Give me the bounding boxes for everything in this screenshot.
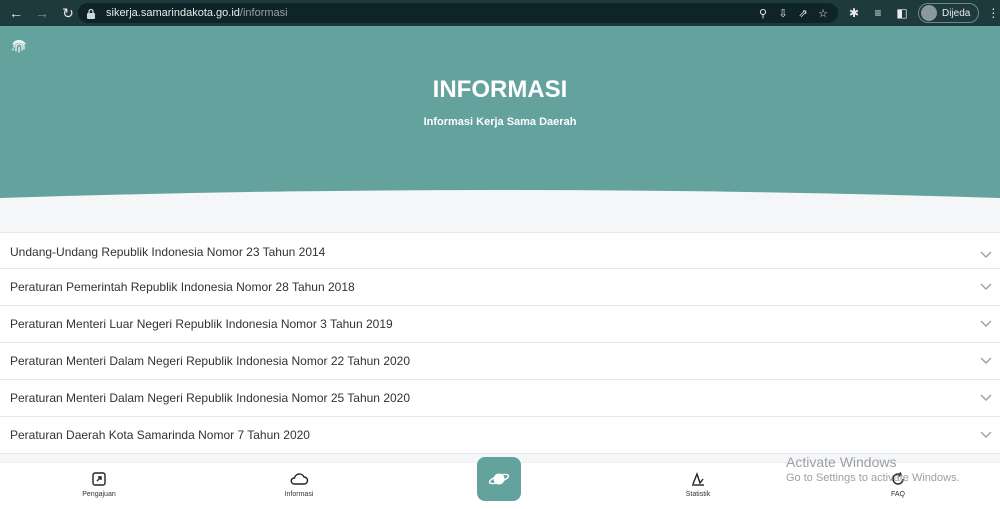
url-path: /informasi bbox=[239, 7, 288, 19]
accordion-item-label: Peraturan Menteri Dalam Negeri Republik … bbox=[10, 391, 411, 405]
share-icon[interactable]: ⇗ bbox=[796, 6, 810, 20]
accordion-item-label: Peraturan Menteri Luar Negeri Republik I… bbox=[10, 317, 393, 331]
accordion-item-label: Peraturan Menteri Dalam Negeri Republik … bbox=[10, 354, 411, 368]
cloud-icon bbox=[290, 473, 309, 485]
profile-name: Dijeda bbox=[942, 7, 971, 19]
watermark-subtitle: Go to Settings to activate Windows. bbox=[786, 472, 960, 484]
lock-icon bbox=[86, 7, 98, 19]
nav-pengajuan-label: Pengajuan bbox=[82, 491, 116, 498]
url-host: sikerja.samarindakota.go.id bbox=[106, 7, 240, 19]
planet-icon bbox=[488, 473, 510, 485]
accordion-item[interactable]: Undang-Undang Republik Indonesia Nomor 2… bbox=[0, 232, 1000, 269]
accordion-item-label: Undang-Undang Republik Indonesia Nomor 2… bbox=[10, 245, 326, 259]
hero-banner: INFORMASI Informasi Kerja Sama Daerah bbox=[0, 26, 1000, 226]
accordion-item[interactable]: Peraturan Menteri Dalam Negeri Republik … bbox=[0, 380, 1000, 417]
forward-arrow-icon[interactable]: → bbox=[32, 3, 52, 23]
regulation-accordion: Undang-Undang Republik Indonesia Nomor 2… bbox=[0, 232, 1000, 454]
nav-statistik-label: Statistik bbox=[685, 491, 711, 498]
external-link-box-icon bbox=[92, 472, 106, 486]
chevron-down-icon[interactable] bbox=[980, 431, 992, 439]
chevron-down-icon[interactable] bbox=[980, 357, 992, 365]
install-app-icon[interactable]: ⇩ bbox=[776, 6, 790, 20]
back-arrow-icon[interactable]: ← bbox=[6, 3, 26, 23]
avatar bbox=[921, 5, 937, 21]
accordion-item-label: Peraturan Daerah Kota Samarinda Nomor 7 … bbox=[10, 428, 310, 442]
accordion-item[interactable]: Peraturan Menteri Dalam Negeri Republik … bbox=[0, 343, 1000, 380]
home-planet-button[interactable] bbox=[477, 457, 521, 501]
nav-informasi[interactable]: Informasi bbox=[259, 471, 339, 498]
address-bar[interactable]: sikerja.samarindakota.go.id/informasi ⚲ … bbox=[78, 3, 838, 23]
bookmark-star-icon[interactable]: ☆ bbox=[816, 6, 830, 20]
side-panel-icon[interactable]: ◧ bbox=[894, 5, 910, 21]
activation-watermark: Activate Windows Go to Settings to activ… bbox=[786, 454, 960, 484]
accordion-item[interactable]: Peraturan Daerah Kota Samarinda Nomor 7 … bbox=[0, 417, 1000, 454]
browser-toolbar: ← → ↻ sikerja.samarindakota.go.id/inform… bbox=[0, 0, 1000, 26]
accordion-item-label: Peraturan Pemerintah Republik Indonesia … bbox=[10, 280, 355, 294]
nav-pengajuan[interactable]: Pengajuan bbox=[59, 471, 139, 498]
fingerprint-icon[interactable] bbox=[10, 38, 28, 56]
more-menu-icon[interactable]: ⋮ bbox=[987, 6, 999, 20]
nav-informasi-label: Informasi bbox=[284, 491, 314, 498]
chevron-down-icon[interactable] bbox=[980, 251, 992, 259]
nav-faq-label: FAQ bbox=[890, 491, 905, 498]
profile-button[interactable]: Dijeda bbox=[918, 3, 980, 23]
extensions-puzzle-icon[interactable]: ✱ bbox=[846, 5, 862, 21]
accordion-item[interactable]: Peraturan Pemerintah Republik Indonesia … bbox=[0, 269, 1000, 306]
page-title: INFORMASI bbox=[432, 76, 568, 103]
nav-statistik[interactable]: Statistik bbox=[658, 471, 738, 498]
hero-wave bbox=[0, 190, 1000, 226]
reading-list-icon[interactable]: ≡ bbox=[870, 5, 886, 21]
chevron-down-icon[interactable] bbox=[980, 394, 992, 402]
watermark-title: Activate Windows bbox=[786, 454, 897, 470]
page-subtitle: Informasi Kerja Sama Daerah bbox=[423, 116, 577, 128]
chevron-down-icon[interactable] bbox=[980, 283, 992, 291]
accordion-item[interactable]: Peraturan Menteri Luar Negeri Republik I… bbox=[0, 306, 1000, 343]
chart-line-icon bbox=[692, 471, 704, 486]
reload-icon[interactable]: ↻ bbox=[58, 3, 78, 23]
search-icon[interactable]: ⚲ bbox=[756, 6, 770, 20]
chevron-down-icon[interactable] bbox=[980, 320, 992, 328]
